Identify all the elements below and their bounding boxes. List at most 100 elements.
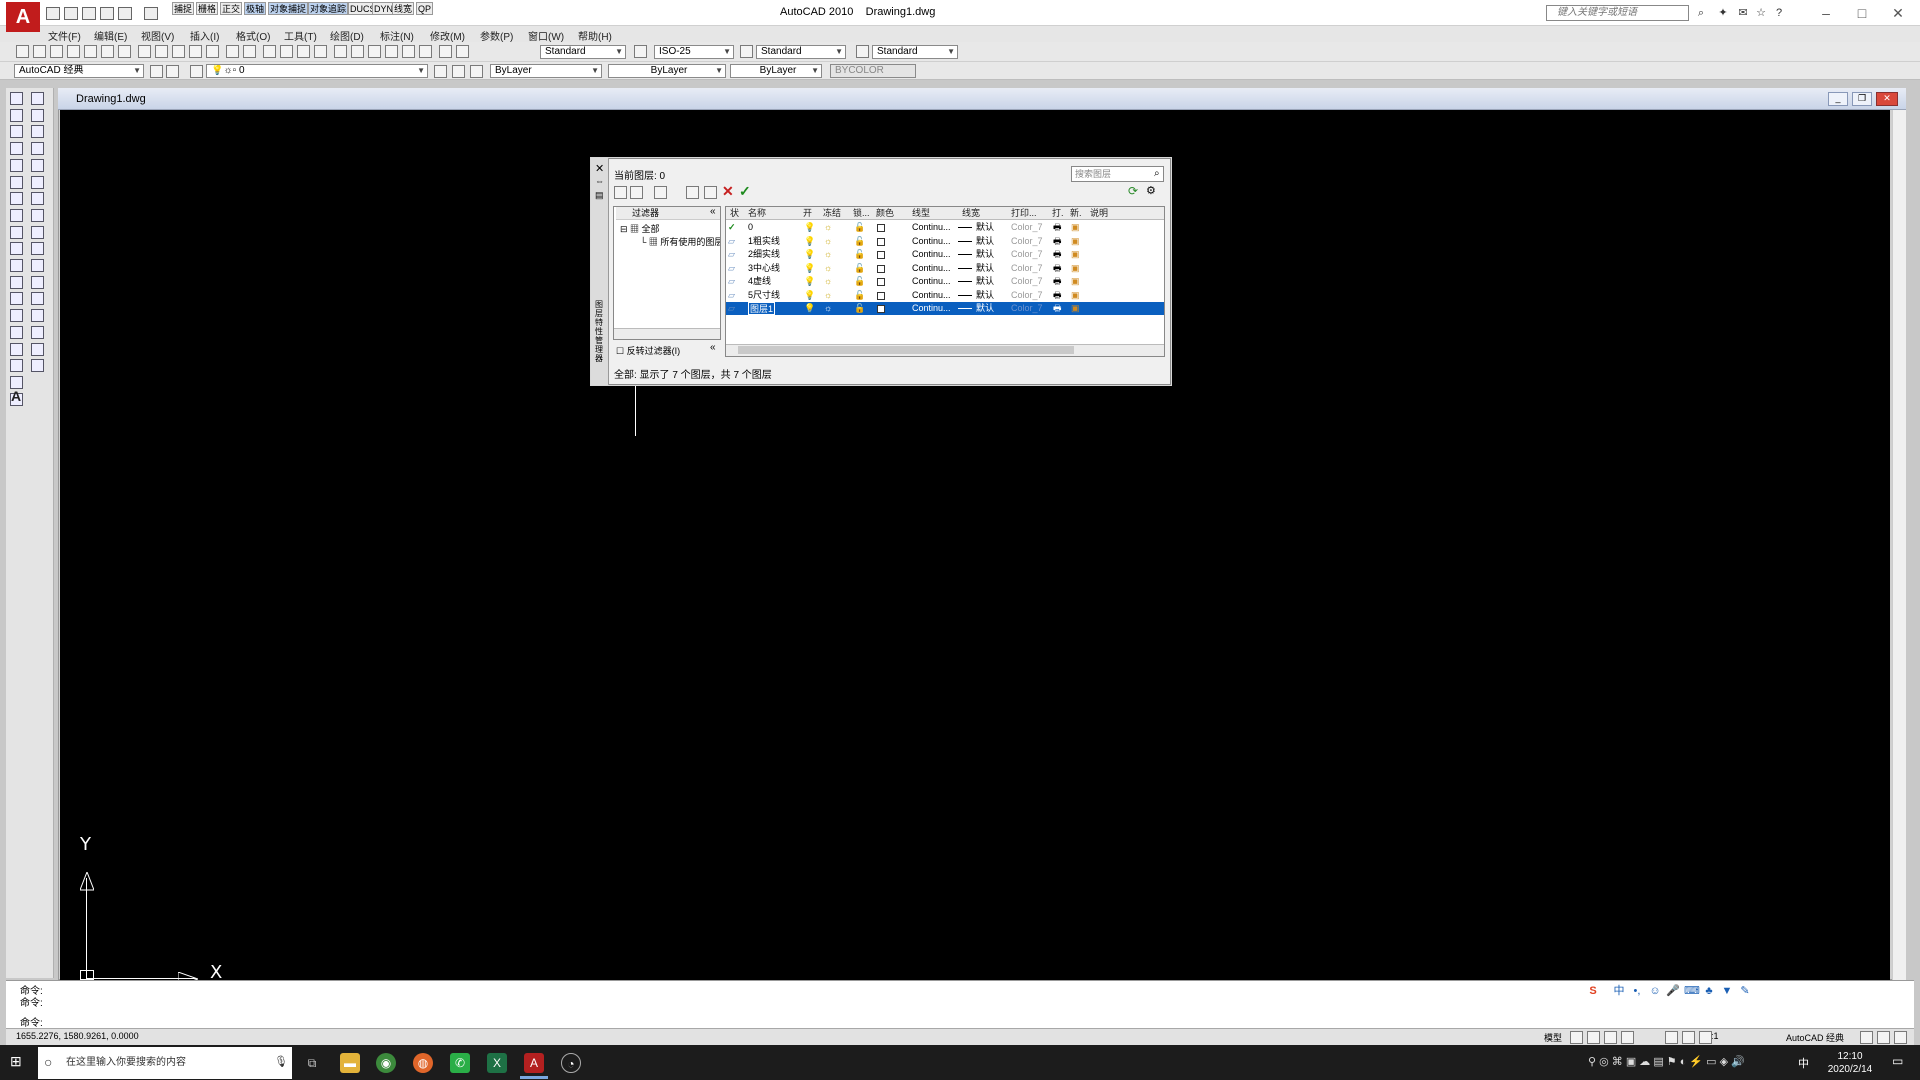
minimize-button[interactable]: – (1806, 3, 1846, 23)
new-vp-freeze-icon[interactable]: ▣ (1071, 221, 1080, 234)
status-toggle-0[interactable]: 捕捉 (172, 2, 195, 15)
make-block-icon[interactable] (10, 292, 23, 306)
layer-name[interactable]: 2细实线 (748, 248, 780, 261)
sun-thaw-icon[interactable]: ☼ (824, 262, 832, 275)
point-icon[interactable] (10, 309, 23, 323)
new-file-icon[interactable] (46, 7, 60, 20)
refresh-icon[interactable]: ⟳ (1128, 184, 1138, 198)
hatch-icon[interactable] (10, 325, 23, 339)
markup-icon[interactable] (402, 45, 415, 58)
status-toggle-8[interactable]: 线宽 (392, 2, 415, 15)
collapse-filter-icon[interactable]: « (710, 206, 716, 217)
open-icon[interactable] (33, 45, 46, 58)
collapse-filter-icon-2[interactable]: « (710, 342, 716, 353)
col-color[interactable]: 颜色 (876, 206, 894, 220)
unlock-icon[interactable]: 🔓 (854, 275, 865, 288)
layer-lineweight[interactable]: 默认 (976, 262, 994, 275)
ime-keyboard-icon[interactable]: ⌨ (1684, 984, 1700, 998)
file-explorer-icon[interactable]: ▬ (340, 1053, 360, 1073)
spline-icon[interactable] (10, 225, 23, 239)
workspace-select[interactable]: AutoCAD 经典 ▼ (14, 64, 144, 78)
color-swatch[interactable] (877, 291, 885, 300)
clean-screen-icon[interactable] (1894, 1031, 1907, 1044)
polygon-icon[interactable] (10, 142, 23, 156)
layer-lineweight[interactable]: 默认 (976, 221, 994, 234)
showmotion-icon[interactable] (1682, 1031, 1695, 1044)
layer-linetype[interactable]: Continu... (912, 248, 951, 261)
ime-chinese-icon[interactable]: 中 (1612, 984, 1626, 998)
layer-name[interactable]: 3中心线 (748, 262, 780, 275)
zoom-previous-icon[interactable] (314, 45, 327, 58)
lightbulb-on-icon[interactable]: 💡 (804, 248, 815, 261)
command-prompt[interactable]: 命令: (20, 1014, 43, 1029)
match-properties-icon[interactable] (189, 45, 202, 58)
table-icon[interactable] (10, 375, 23, 389)
text-tool-icon[interactable]: A (11, 388, 21, 404)
dim-style-select[interactable]: ISO-25 ▼ (654, 45, 734, 59)
sun-thaw-icon[interactable]: ☼ (824, 275, 832, 288)
lineweight-select[interactable]: ByLayer ▼ (730, 64, 822, 78)
explode-icon[interactable] (31, 359, 44, 373)
auto-scale-icon[interactable] (1860, 1031, 1873, 1044)
pan-icon[interactable] (263, 45, 276, 58)
quickcalc-icon[interactable] (419, 45, 432, 58)
menu-modify[interactable]: 修改(M) (430, 28, 465, 43)
maximize-button[interactable]: □ (1842, 3, 1882, 23)
lightbulb-on-icon[interactable]: 💡 (804, 221, 815, 234)
multileader-style-icon[interactable] (856, 45, 869, 58)
clock-app-icon[interactable]: ◔ (561, 1053, 581, 1073)
menu-window[interactable]: 窗口(W) (528, 28, 564, 43)
drawing-minimize-button[interactable]: _ (1828, 92, 1848, 106)
customize-icon[interactable] (166, 65, 179, 78)
fillet-icon[interactable] (31, 342, 44, 356)
scale-icon[interactable] (31, 208, 44, 222)
printer-icon[interactable]: 🖶 (1053, 235, 1062, 248)
zoom-realtime-icon[interactable] (280, 45, 293, 58)
sun-thaw-icon[interactable]: ☼ (824, 221, 832, 234)
printer-icon[interactable]: 🖶 (1053, 262, 1062, 275)
tree-horizontal-scrollbar[interactable] (614, 328, 720, 339)
text-style-select[interactable]: Standard ▼ (540, 45, 626, 59)
autocad-logo-button[interactable]: A (6, 2, 40, 32)
circle-icon[interactable] (10, 192, 23, 206)
layer-row[interactable]: ▱ 5尺寸线 💡 ☼ 🔓 Continu... 默认 Color_7 🖶 ▣ (726, 289, 1164, 302)
menu-help[interactable]: 帮助(H) (578, 28, 612, 43)
coordinates-display[interactable]: 1655.2276, 1580.9261, 0.0000 (16, 1031, 139, 1041)
menu-dimension[interactable]: 标注(N) (380, 28, 414, 43)
arc-icon[interactable] (10, 175, 23, 189)
3d-dwf-icon[interactable] (118, 45, 131, 58)
set-current-icon[interactable]: ✓ (739, 183, 751, 200)
layer-linetype[interactable]: Continu... (912, 235, 951, 248)
ime-tools-icon[interactable]: ✎ (1738, 984, 1752, 998)
sogou-ime-icon[interactable]: S (1586, 984, 1600, 998)
scrollbar-thumb[interactable] (738, 346, 1074, 354)
move-icon[interactable] (31, 175, 44, 189)
layer-linetype[interactable]: Continu... (912, 221, 951, 234)
lightbulb-on-icon[interactable]: 💡 (804, 235, 815, 248)
stretch-icon[interactable] (31, 225, 44, 239)
layer-name[interactable]: 0 (748, 221, 753, 234)
rotate-icon[interactable] (31, 192, 44, 206)
quick-view-icon[interactable] (1587, 1031, 1600, 1044)
join-icon[interactable] (31, 309, 44, 323)
layer-linetype[interactable]: Continu... (912, 275, 951, 288)
redo-icon[interactable] (118, 7, 132, 20)
col-description[interactable]: 说明 (1090, 206, 1108, 220)
sheet-set-icon[interactable] (385, 45, 398, 58)
status-toggle-5[interactable]: 对象追踪 (308, 2, 349, 15)
lock-ui-icon[interactable] (1877, 1031, 1890, 1044)
drawing-close-button[interactable]: ✕ (1876, 92, 1898, 106)
col-freeze[interactable]: 冻结 (823, 206, 841, 220)
ellipse-icon[interactable] (10, 242, 23, 256)
new-vp-freeze-icon[interactable]: ▣ (1071, 248, 1080, 261)
new-property-filter-icon[interactable] (614, 186, 627, 199)
palette-autohide-icon[interactable]: ⇔ (595, 176, 604, 186)
lightbulb-on-icon[interactable]: 💡 (804, 289, 815, 302)
layer-linetype[interactable]: Continu... (912, 289, 951, 302)
steering-wheel-icon[interactable] (1665, 1031, 1678, 1044)
favorites-icon[interactable]: ☆ (1754, 6, 1768, 20)
vertical-scrollbar[interactable] (1892, 110, 1906, 980)
layer-linetype[interactable]: Continu... (912, 262, 951, 275)
revision-cloud-icon[interactable] (10, 208, 23, 222)
printer-icon[interactable]: 🖶 (1053, 302, 1062, 315)
